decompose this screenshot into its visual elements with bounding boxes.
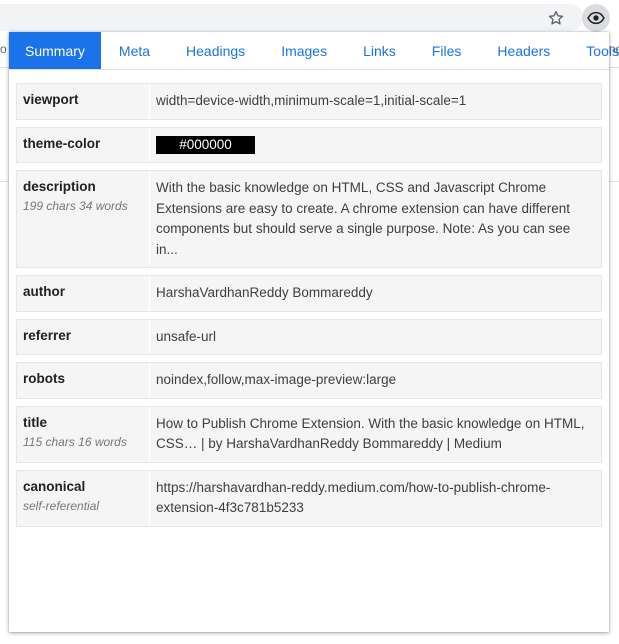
row-key: robots [17, 363, 150, 398]
row-key: theme-color [17, 127, 150, 162]
char-word-count: 115 chars 16 words [23, 434, 127, 449]
row-value: #000000 [150, 128, 601, 163]
tab-meta[interactable]: Meta [101, 32, 168, 69]
key-name: title [23, 414, 48, 430]
tab-headers[interactable]: Headers [479, 32, 568, 69]
row-value: noindex,follow,max-image-preview:large [156, 372, 397, 387]
key-name: viewport [23, 92, 79, 107]
row-description: description 199 chars 34 words With the … [16, 170, 602, 268]
summary-table: viewport width=device-width,minimum-scal… [16, 83, 602, 534]
background-page-text: o [0, 42, 7, 56]
canonical-url[interactable]: https://harshavardhan-reddy.medium.com/h… [150, 471, 601, 526]
row-title: title 115 chars 16 words How to Publish … [16, 405, 602, 463]
row-value: unsafe-url [156, 328, 217, 344]
tab-files[interactable]: Files [414, 32, 480, 69]
row-canonical: canonical self-referential https://harsh… [16, 469, 602, 527]
key-name: description [23, 179, 96, 194]
bookmark-star-button[interactable] [544, 6, 568, 30]
star-icon [548, 10, 564, 25]
key-name: canonical [23, 478, 86, 494]
key-name: referrer [23, 327, 72, 343]
key-name: robots [23, 371, 65, 386]
key-name: author [23, 284, 65, 299]
tab-summary[interactable]: Summary [9, 32, 101, 69]
tab-links[interactable]: Links [345, 32, 414, 69]
color-swatch: #000000 [156, 135, 255, 154]
address-bar[interactable] [0, 4, 583, 31]
canonical-status: self-referential [23, 498, 100, 513]
eye-icon [587, 11, 605, 25]
key-name: theme-color [23, 135, 101, 151]
row-robots: robots noindex,follow,max-image-preview:… [16, 362, 602, 399]
row-referrer: referrer unsafe-url [16, 318, 602, 355]
extension-eye-button[interactable] [582, 4, 610, 32]
seo-meta-popup: Summary Meta Headings Images Links Files… [9, 32, 619, 632]
row-key: canonical self-referential [17, 470, 150, 526]
row-value: width=device-width,minimum-scale=1,initi… [156, 93, 467, 108]
tab-bar: Summary Meta Headings Images Links Files… [9, 32, 619, 70]
row-value: HarshaVardhanReddy Bommareddy [156, 285, 373, 300]
tab-images[interactable]: Images [263, 32, 345, 69]
row-key: viewport [17, 84, 150, 119]
row-key: referrer [17, 319, 150, 354]
row-key: author [17, 276, 150, 311]
char-word-count: 199 chars 34 words [23, 199, 128, 213]
tab-tools[interactable]: Tools [568, 32, 619, 69]
row-key: title 115 chars 16 words [17, 406, 150, 462]
row-key: description 199 chars 34 words [17, 171, 150, 267]
row-value: How to Publish Chrome Extension. With th… [156, 415, 585, 452]
row-value: With the basic knowledge on HTML, CSS an… [156, 180, 571, 257]
browser-toolbar [0, 0, 619, 33]
row-author: author HarshaVardhanReddy Bommareddy [16, 275, 602, 312]
row-theme-color: theme-color #000000 [16, 126, 602, 163]
row-viewport: viewport width=device-width,minimum-scal… [16, 83, 602, 120]
tab-headings[interactable]: Headings [168, 32, 263, 69]
